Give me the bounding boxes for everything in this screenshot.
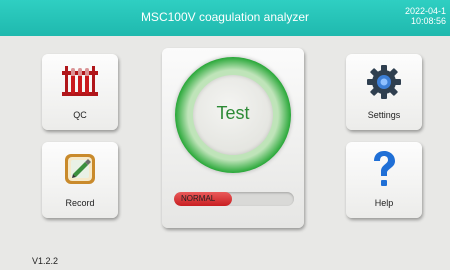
test-tubes-icon — [60, 64, 100, 98]
gear-icon — [366, 64, 402, 100]
app-title: MSC100V coagulation analyzer — [140, 10, 310, 24]
record-button[interactable]: Record — [42, 142, 118, 218]
help-button[interactable]: Help — [346, 142, 422, 218]
datetime: 2022-04-1 10:08:56 — [386, 6, 446, 26]
test-button-core: Test — [193, 75, 273, 155]
test-panel: Test NORMAL — [162, 48, 304, 228]
help-label: Help — [374, 198, 394, 208]
qc-label: QC — [73, 110, 87, 120]
title-bar: MSC100V coagulation analyzer 2022-04-1 1… — [0, 0, 450, 36]
test-button[interactable]: Test — [175, 57, 291, 173]
status-badge: NORMAL — [174, 192, 232, 206]
record-book-icon — [63, 152, 97, 186]
date-text: 2022-04-1 — [404, 6, 446, 16]
time-text: 10:08:56 — [410, 16, 446, 26]
status-bar: NORMAL — [174, 192, 294, 206]
settings-button[interactable]: Settings — [346, 54, 422, 130]
record-label: Record — [65, 198, 95, 208]
test-button-label: Test — [216, 103, 250, 123]
qc-button[interactable]: QC — [42, 54, 118, 130]
question-mark-icon — [369, 150, 399, 190]
settings-label: Settings — [367, 110, 401, 120]
version-label: V1.2.2 — [32, 256, 59, 266]
